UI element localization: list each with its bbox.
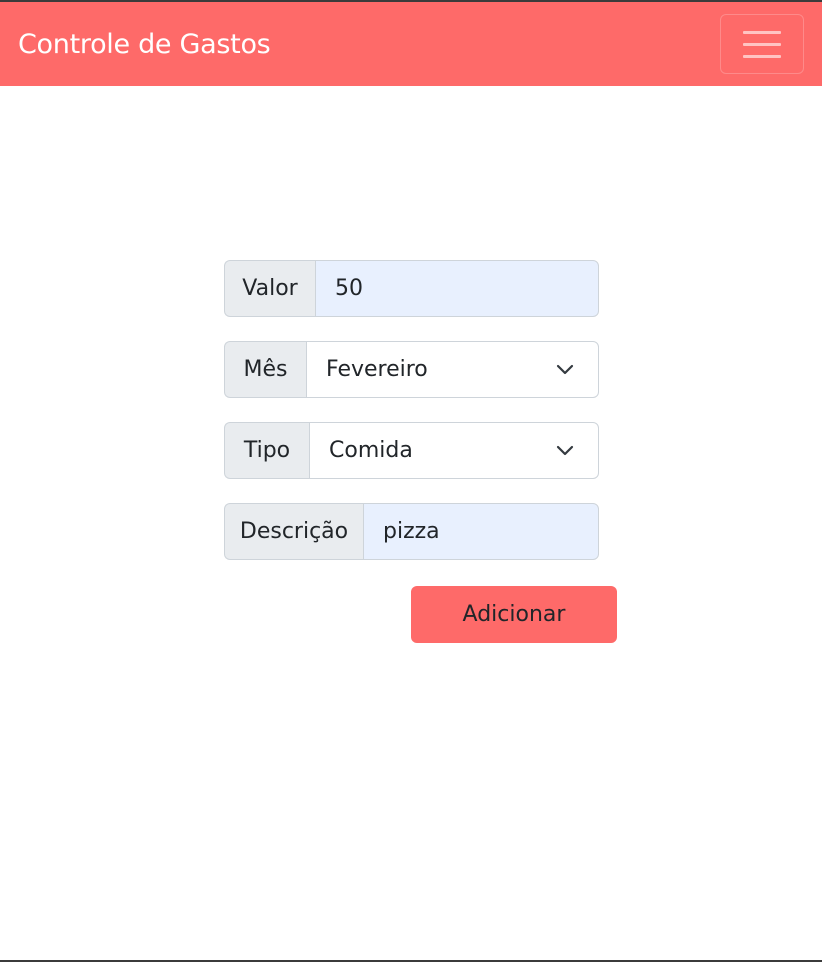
page: Controle de Gastos Valor 50 Mês Fevereir… — [0, 0, 822, 962]
hamburger-menu-icon — [743, 30, 781, 34]
navbar: Controle de Gastos — [0, 2, 822, 86]
hamburger-menu-icon — [743, 54, 781, 58]
navbar-toggler-button[interactable] — [720, 14, 804, 74]
tipo-input-group: Tipo Comida — [224, 422, 599, 479]
hamburger-menu-icon — [743, 42, 781, 46]
mes-select-value: Fevereiro — [326, 357, 428, 382]
chevron-down-icon — [556, 445, 574, 455]
valor-input[interactable]: 50 — [315, 260, 599, 317]
tipo-select[interactable]: Comida — [309, 422, 599, 479]
descricao-input-group: Descrição pizza — [224, 503, 599, 560]
tipo-select-value: Comida — [329, 438, 413, 463]
descricao-input-value: pizza — [383, 519, 440, 544]
tipo-label: Tipo — [224, 422, 309, 479]
valor-input-value: 50 — [335, 276, 363, 301]
descricao-input[interactable]: pizza — [363, 503, 599, 560]
valor-label: Valor — [224, 260, 315, 317]
descricao-label: Descrição — [224, 503, 363, 560]
navbar-brand[interactable]: Controle de Gastos — [18, 25, 271, 65]
valor-input-group: Valor 50 — [224, 260, 599, 317]
mes-input-group: Mês Fevereiro — [224, 341, 599, 398]
mes-label: Mês — [224, 341, 306, 398]
mes-select[interactable]: Fevereiro — [306, 341, 599, 398]
adicionar-button[interactable]: Adicionar — [411, 586, 617, 643]
chevron-down-icon — [556, 364, 574, 374]
